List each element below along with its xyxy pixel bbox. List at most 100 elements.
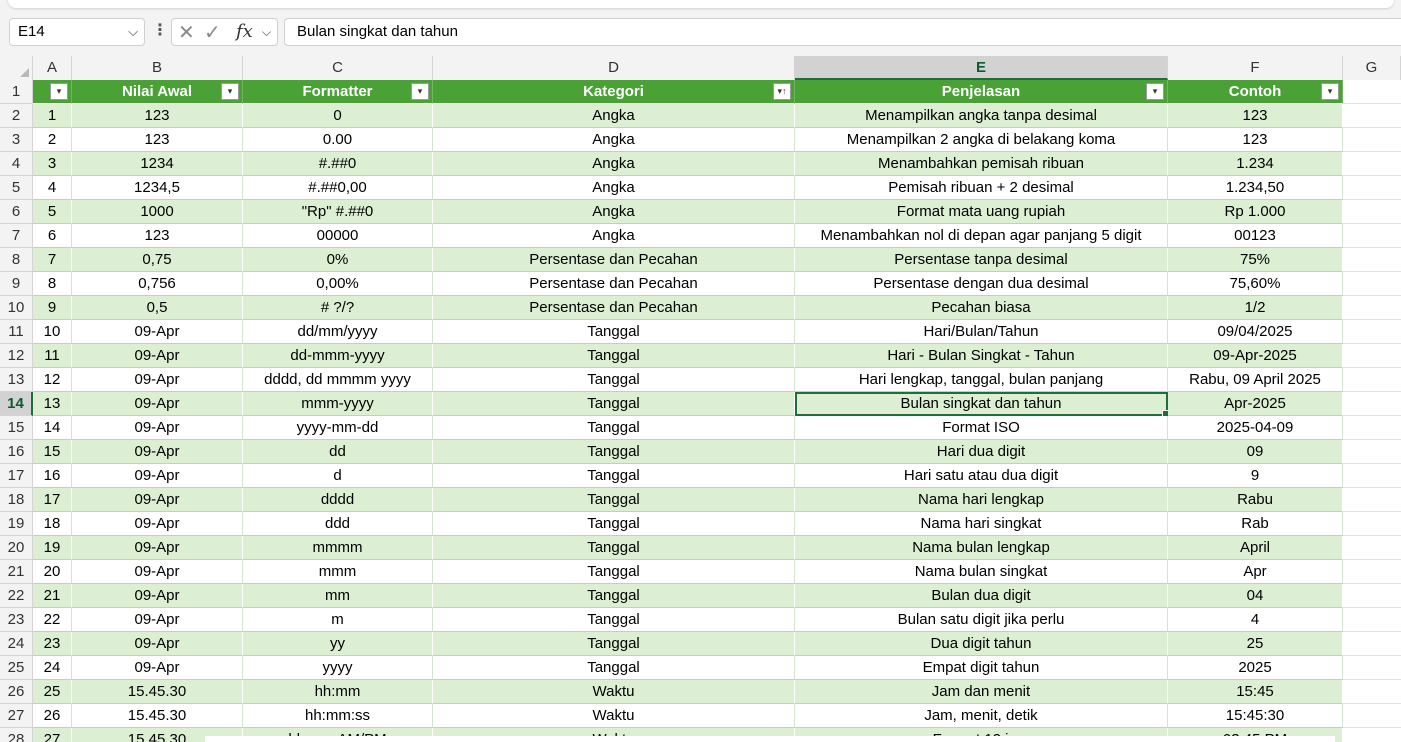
table-cell[interactable]: 09-Apr — [72, 560, 243, 584]
chevron-down-icon[interactable]: ⌵ — [128, 19, 138, 45]
table-cell[interactable]: 0,756 — [72, 272, 243, 296]
table-cell[interactable]: 09-Apr — [72, 512, 243, 536]
insert-function-icon[interactable]: fx — [236, 21, 253, 42]
table-cell[interactable]: 09-Apr — [72, 608, 243, 632]
row-header[interactable]: 17 — [0, 464, 33, 488]
empty-cell[interactable] — [1343, 104, 1401, 128]
table-cell[interactable]: 23 — [33, 632, 72, 656]
table-cell[interactable]: Menampilkan 2 angka di belakang koma — [795, 128, 1168, 152]
sort-filter-icon[interactable]: ▾↑ — [773, 83, 791, 100]
table-cell[interactable]: 09-Apr — [72, 584, 243, 608]
table-cell[interactable]: 22 — [33, 608, 72, 632]
table-cell[interactable]: Tanggal — [433, 416, 795, 440]
table-cell[interactable]: 17 — [33, 488, 72, 512]
table-cell[interactable]: dd — [243, 440, 433, 464]
row-header[interactable]: 14 — [0, 392, 33, 416]
table-cell[interactable]: 09 — [1168, 440, 1343, 464]
empty-cell[interactable] — [1343, 224, 1401, 248]
table-cell[interactable]: mm — [243, 584, 433, 608]
table-cell[interactable]: 1.234,50 — [1168, 176, 1343, 200]
table-cell[interactable]: ddd — [243, 512, 433, 536]
table-cell[interactable]: 25 — [33, 680, 72, 704]
table-cell[interactable]: Angka — [433, 104, 795, 128]
empty-cell[interactable] — [1343, 296, 1401, 320]
table-cell[interactable]: 0,5 — [72, 296, 243, 320]
row-header[interactable]: 20 — [0, 536, 33, 560]
table-cell[interactable]: mmm-yyyy — [243, 392, 433, 416]
empty-cell[interactable] — [1343, 656, 1401, 680]
empty-cell[interactable] — [1343, 248, 1401, 272]
table-cell[interactable]: Tanggal — [433, 488, 795, 512]
table-cell[interactable]: #.##0 — [243, 152, 433, 176]
empty-cell[interactable] — [1343, 416, 1401, 440]
table-header-cell[interactable]: No▾ — [33, 80, 72, 104]
empty-cell[interactable] — [1343, 512, 1401, 536]
table-cell[interactable]: Rabu — [1168, 488, 1343, 512]
enter-check-icon[interactable]: ✓ — [204, 20, 221, 45]
table-cell[interactable]: 19 — [33, 536, 72, 560]
table-cell[interactable]: "Rp" #.##0 — [243, 200, 433, 224]
table-cell[interactable]: 1/2 — [1168, 296, 1343, 320]
table-cell[interactable]: Persentase dan Pecahan — [433, 248, 795, 272]
table-cell[interactable]: 15:45:30 — [1168, 704, 1343, 728]
table-cell[interactable]: Jam dan menit — [795, 680, 1168, 704]
row-header[interactable]: 6 — [0, 200, 33, 224]
table-cell[interactable]: Format ISO — [795, 416, 1168, 440]
filter-dropdown-icon[interactable]: ▾ — [411, 83, 429, 100]
table-cell[interactable]: dddd — [243, 488, 433, 512]
empty-cell[interactable] — [1343, 392, 1401, 416]
row-header[interactable]: 9 — [0, 272, 33, 296]
empty-cell[interactable] — [1343, 272, 1401, 296]
table-cell[interactable]: 123 — [1168, 104, 1343, 128]
table-cell[interactable]: yyyy — [243, 656, 433, 680]
table-cell[interactable]: 09-Apr — [72, 632, 243, 656]
table-cell[interactable]: 123 — [72, 224, 243, 248]
table-cell[interactable]: Menambahkan nol di depan agar panjang 5 … — [795, 224, 1168, 248]
empty-cell[interactable] — [1343, 728, 1401, 742]
table-cell[interactable]: 24 — [33, 656, 72, 680]
formula-input[interactable]: Bulan singkat dan tahun — [284, 18, 1401, 46]
table-cell[interactable]: Persentase dan Pecahan — [433, 296, 795, 320]
table-cell[interactable]: 1234 — [72, 152, 243, 176]
row-header[interactable]: 11 — [0, 320, 33, 344]
table-cell[interactable]: Tanggal — [433, 584, 795, 608]
column-header-f[interactable]: F — [1168, 56, 1343, 80]
row-header[interactable]: 22 — [0, 584, 33, 608]
row-header[interactable]: 7 — [0, 224, 33, 248]
empty-cell[interactable] — [1343, 584, 1401, 608]
empty-cell[interactable] — [1343, 440, 1401, 464]
table-cell[interactable]: 09-Apr — [72, 488, 243, 512]
table-cell[interactable]: 0 — [243, 104, 433, 128]
table-cell[interactable]: d — [243, 464, 433, 488]
row-header[interactable]: 26 — [0, 680, 33, 704]
empty-cell[interactable] — [1343, 608, 1401, 632]
table-cell[interactable]: mmm — [243, 560, 433, 584]
row-header[interactable]: 13 — [0, 368, 33, 392]
empty-cell[interactable] — [1343, 632, 1401, 656]
table-cell[interactable]: Bulan dua digit — [795, 584, 1168, 608]
table-cell[interactable]: Pemisah ribuan + 2 desimal — [795, 176, 1168, 200]
table-cell[interactable]: yy — [243, 632, 433, 656]
row-header[interactable]: 21 — [0, 560, 33, 584]
row-header[interactable]: 25 — [0, 656, 33, 680]
table-cell[interactable]: Tanggal — [433, 392, 795, 416]
filter-dropdown-icon[interactable]: ▾ — [1146, 83, 1164, 100]
empty-cell[interactable] — [1343, 200, 1401, 224]
table-cell[interactable]: Tanggal — [433, 368, 795, 392]
table-cell[interactable]: Tanggal — [433, 344, 795, 368]
table-cell[interactable]: 1.234 — [1168, 152, 1343, 176]
table-cell[interactable]: 14 — [33, 416, 72, 440]
table-cell[interactable]: 15.45.30 — [72, 680, 243, 704]
table-cell[interactable]: Tanggal — [433, 536, 795, 560]
table-cell[interactable]: 3 — [33, 152, 72, 176]
table-cell[interactable]: 15.45.30 — [72, 704, 243, 728]
table-cell[interactable]: Persentase dengan dua desimal — [795, 272, 1168, 296]
table-cell[interactable]: 25 — [1168, 632, 1343, 656]
table-cell[interactable]: Format mata uang rupiah — [795, 200, 1168, 224]
table-cell[interactable]: 13 — [33, 392, 72, 416]
table-cell[interactable]: Hari/Bulan/Tahun — [795, 320, 1168, 344]
table-cell[interactable]: 20 — [33, 560, 72, 584]
table-cell[interactable]: 2025-04-09 — [1168, 416, 1343, 440]
table-cell[interactable]: Waktu — [433, 680, 795, 704]
row-header[interactable]: 1 — [0, 80, 33, 104]
